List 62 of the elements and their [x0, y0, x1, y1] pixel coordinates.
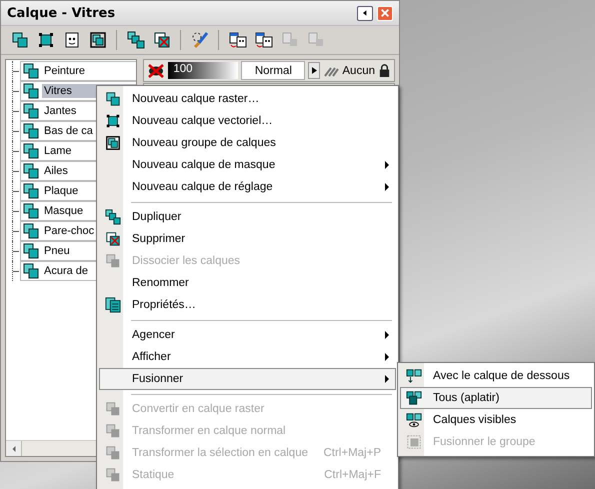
layer-item[interactable]: Peinture — [20, 61, 136, 81]
brush-icon — [190, 31, 208, 49]
opacity-value: 100 — [173, 63, 193, 75]
menu-item[interactable]: Fusionner — [99, 368, 396, 390]
mask-label: Aucun — [342, 64, 375, 76]
layer-group-icon — [88, 31, 106, 49]
layers-icon — [105, 91, 121, 107]
layers-icon — [23, 103, 39, 119]
visibility-icon[interactable] — [147, 64, 166, 78]
layers-icon — [23, 83, 39, 99]
mask-icon — [62, 31, 80, 49]
menu-item[interactable]: Avec le calque de dessous — [400, 365, 592, 387]
close-icon — [380, 8, 390, 18]
window-title: Calque - Vitres — [7, 6, 116, 20]
submenu-arrow-icon — [385, 183, 389, 191]
dropdown-arrow-button[interactable] — [308, 62, 320, 79]
layers-icon — [23, 183, 39, 199]
delete-layer-icon — [152, 31, 170, 49]
opacity-slider[interactable]: 100 — [168, 62, 238, 79]
layers-icon — [23, 223, 39, 239]
merge-visible-icon — [406, 412, 422, 428]
layers-icon — [23, 163, 39, 179]
layers-icon — [10, 31, 28, 49]
duplicate-icon — [126, 31, 144, 49]
layers-icon — [105, 467, 121, 483]
toolbar-button[interactable] — [125, 29, 146, 51]
layers-icon — [23, 123, 39, 139]
layers-icon — [105, 401, 121, 417]
menu-item[interactable]: Tous (aplatir) — [400, 387, 592, 409]
properties-icon — [105, 297, 121, 313]
layers-icon — [105, 423, 121, 439]
merge-group-icon — [406, 434, 422, 450]
vector-layer-icon — [36, 31, 54, 49]
layers-icon — [23, 143, 39, 159]
submenu-arrow-icon — [385, 353, 389, 361]
submenu-arrow-icon — [385, 331, 389, 339]
lock-icon[interactable] — [378, 63, 391, 78]
layer-group-icon — [105, 135, 121, 151]
layers-icon — [23, 263, 39, 279]
mask-save-icon — [228, 31, 246, 49]
arrow-left-icon — [361, 9, 369, 17]
menu-item[interactable]: Afficher — [99, 346, 396, 368]
layers-icon — [23, 203, 39, 219]
submenu-arrow-icon — [385, 375, 389, 383]
mask-load-icon — [254, 31, 272, 49]
duplicate-icon — [105, 209, 121, 225]
merge-down-icon — [406, 368, 422, 384]
arrow-right-icon — [312, 67, 317, 74]
delete-layer-icon — [105, 231, 121, 247]
layers-icon — [105, 253, 121, 269]
submenu-arrow-icon — [385, 161, 389, 169]
merge-all-icon — [406, 390, 422, 406]
menu-item[interactable]: Calques visibles — [400, 409, 592, 431]
layers-icon — [23, 63, 39, 79]
menu-item[interactable]: Propriétés… — [99, 294, 396, 316]
menu-item[interactable]: Agencer — [99, 324, 396, 346]
scroll-left-arrow-icon[interactable] — [10, 446, 16, 452]
blend-mode-field[interactable]: Normal — [241, 61, 306, 80]
vector-layer-icon — [105, 113, 121, 129]
layers-icon — [105, 445, 121, 461]
layers-icon — [23, 243, 39, 259]
collapse-button[interactable] — [357, 6, 373, 20]
